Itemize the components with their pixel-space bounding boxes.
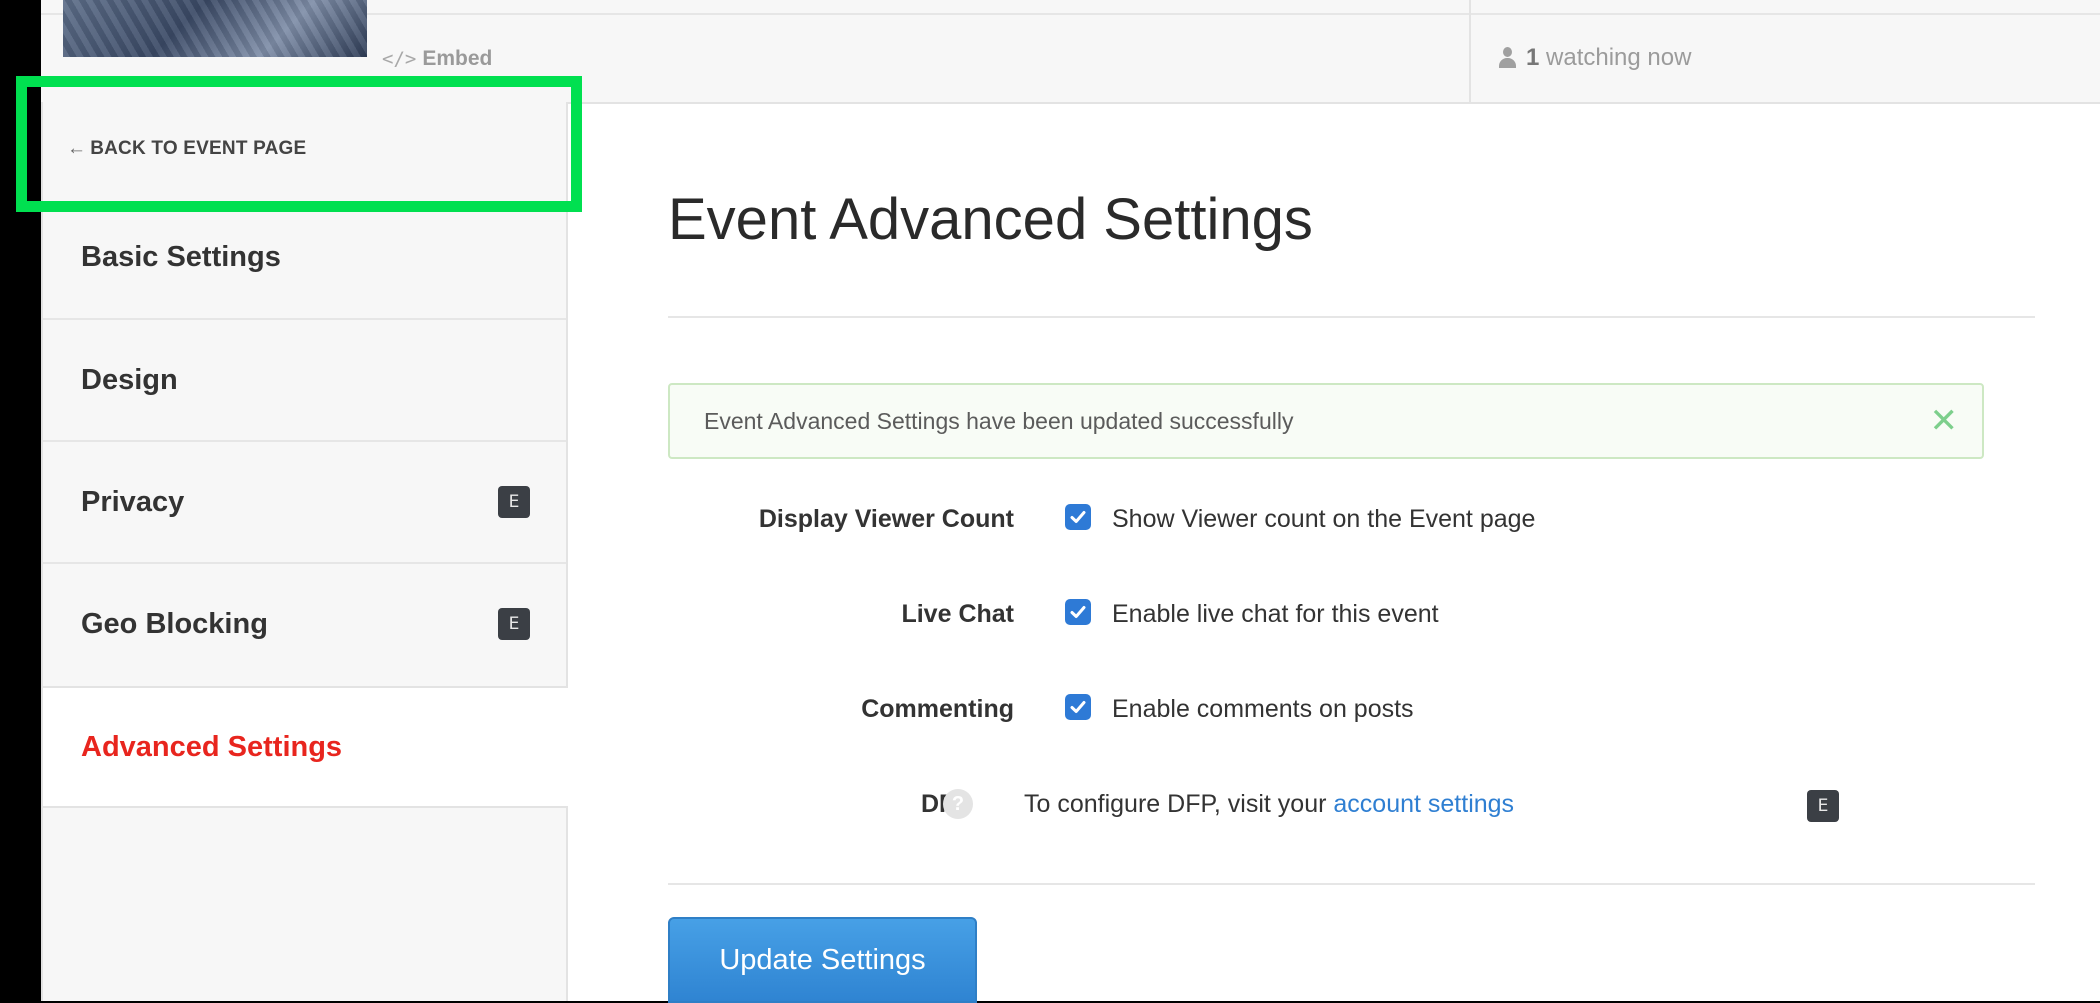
dfp-text: To configure DFP, visit your [1024,790,1334,818]
settings-sidebar: ← BACK TO EVENT PAGE Basic Settings Desi… [41,102,568,1001]
divider [668,316,2035,318]
person-icon [1498,47,1516,69]
dfp-description: To configure DFP, visit your account set… [1024,790,1514,819]
sidebar-item-label: Basic Settings [81,240,281,273]
code-icon: </> [382,48,417,70]
live-chat-checkbox[interactable] [1065,599,1091,625]
sidebar-item-label: Privacy [81,485,185,518]
sidebar-item-geo-blocking[interactable]: Geo Blocking E [43,562,566,684]
success-alert: Event Advanced Settings have been update… [668,383,1984,459]
checkmark-icon [1070,701,1086,713]
embed-label: Embed [422,47,493,70]
arrow-left-icon: ← [67,138,87,159]
sidebar-item-label: Design [81,363,178,396]
event-header-bar: </> Embed 1 watching now [41,0,2100,104]
watching-count: 1 [1526,44,1540,71]
commenting-checkbox[interactable] [1065,694,1091,720]
back-link-label: BACK TO EVENT PAGE [90,138,307,159]
commenting-text: Enable comments on posts [1112,695,1414,723]
sidebar-item-privacy[interactable]: Privacy E [43,440,566,562]
sidebar-item-basic-settings[interactable]: Basic Settings [43,196,566,318]
sidebar-item-design[interactable]: Design [43,318,566,440]
live-chat-label: Live Chat [901,600,1014,628]
event-thumbnail[interactable] [63,0,367,57]
checkmark-icon [1070,606,1086,618]
close-icon[interactable]: ✕ [1930,401,1959,441]
enterprise-badge-icon: E [498,608,530,640]
embed-link[interactable]: </> Embed [382,46,492,72]
divider [668,883,2035,885]
back-to-event-page-link[interactable]: ← BACK TO EVENT PAGE [43,102,566,196]
help-icon[interactable]: ? [943,789,973,819]
page-title: Event Advanced Settings [668,187,1313,252]
display-viewer-count-text: Show Viewer count on the Event page [1112,505,1536,533]
sidebar-item-label: Advanced Settings [81,730,343,763]
live-chat-text: Enable live chat for this event [1112,600,1439,628]
enterprise-badge-icon: E [1807,790,1839,822]
display-viewer-count-label: Display Viewer Count [758,505,1014,533]
sidebar-item-advanced-settings[interactable]: Advanced Settings [43,686,568,808]
watching-text: watching now [1546,44,1692,71]
alert-message: Event Advanced Settings have been update… [704,407,1294,434]
viewer-count: 1 watching now [1498,44,1691,72]
account-settings-link[interactable]: account settings [1333,790,1514,818]
display-viewer-count-checkbox[interactable] [1065,504,1091,530]
update-settings-button[interactable]: Update Settings [668,917,977,1003]
sidebar-item-label: Geo Blocking [81,607,268,640]
page: </> Embed 1 watching now ← BACK TO EVENT… [41,0,2100,1003]
enterprise-badge-icon: E [498,486,530,518]
divider [1469,0,1471,102]
commenting-label: Commenting [861,695,1014,723]
checkmark-icon [1070,511,1086,523]
